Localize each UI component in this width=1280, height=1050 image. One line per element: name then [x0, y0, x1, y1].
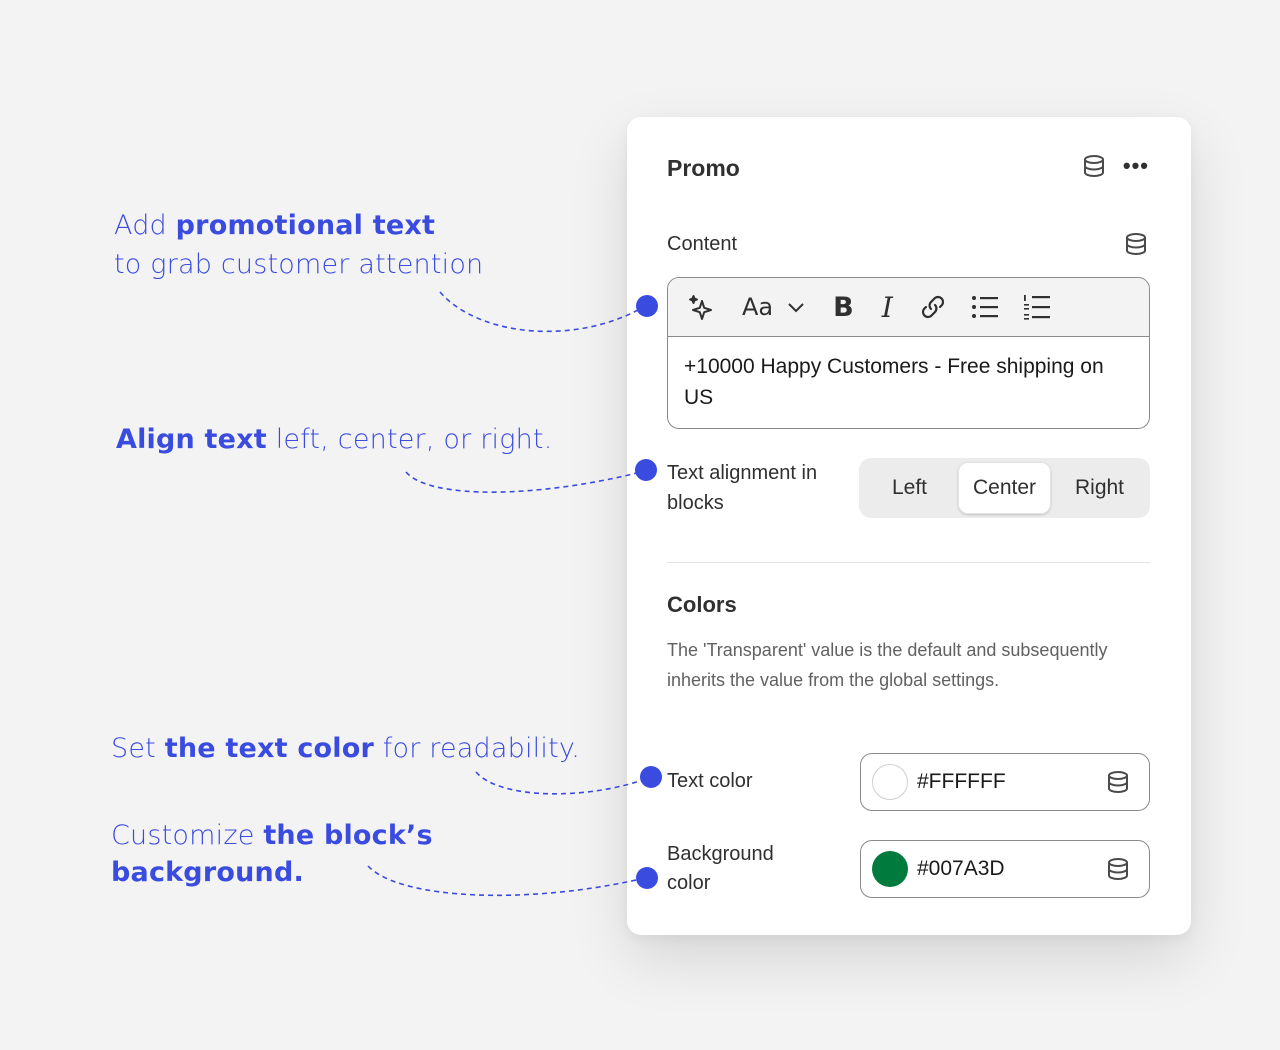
section-divider	[667, 562, 1150, 563]
callout-text: left, center, or right.	[266, 424, 553, 455]
rich-text-editor: Aa B I +10000 Happy Customers - Free shi…	[667, 277, 1150, 429]
text-alignment-label: Text alignment in blocks	[667, 462, 818, 514]
connector-line	[405, 470, 646, 493]
background-color-label: Background color	[667, 843, 774, 894]
callout-promotional-text: Add promotional text to grab customer at…	[114, 206, 483, 284]
chevron-down-icon[interactable]	[787, 287, 805, 327]
callout-emphasis: the block’s	[263, 820, 433, 851]
text-color-value[interactable]: #FFFFFF	[917, 770, 1105, 794]
background-color-field[interactable]: #007A3D	[860, 840, 1150, 898]
callout-emphasis: promotional text	[175, 210, 436, 241]
promo-text-input[interactable]: +10000 Happy Customers - Free shipping o…	[668, 337, 1149, 427]
link-icon[interactable]	[919, 287, 947, 327]
database-icon[interactable]	[1105, 769, 1131, 795]
database-icon[interactable]	[1081, 153, 1107, 179]
callout-emphasis: the text color	[164, 733, 374, 764]
callout-text: for readability.	[374, 733, 580, 764]
promo-settings-panel: Promo ••• Content Aa B I +10000 Happy Cu…	[627, 117, 1191, 935]
italic-button[interactable]: I	[882, 287, 893, 327]
content-label: Content	[667, 233, 738, 255]
connector-line	[475, 771, 649, 795]
callout-text: Set	[111, 733, 165, 764]
font-style-button[interactable]: Aa	[742, 287, 773, 327]
database-icon[interactable]	[1105, 856, 1131, 882]
callout-emphasis: background.	[111, 857, 304, 888]
callout-text: Add	[114, 210, 176, 241]
background-color-value[interactable]: #007A3D	[917, 857, 1105, 881]
numbered-list-icon[interactable]	[1023, 287, 1051, 327]
text-color-swatch[interactable]	[872, 764, 908, 800]
background-color-swatch[interactable]	[872, 851, 908, 887]
more-horizontal-icon[interactable]: •••	[1123, 153, 1149, 179]
panel-title: Promo	[667, 155, 740, 181]
callout-text: Customize	[111, 820, 264, 851]
callout-text-color: Set the text color for readability.	[111, 729, 580, 768]
editor-toolbar: Aa B I	[668, 278, 1149, 337]
text-color-field[interactable]: #FFFFFF	[860, 753, 1150, 811]
callout-text: to grab customer attention	[114, 249, 484, 280]
align-right-option[interactable]: Right	[1053, 462, 1146, 514]
panel-header-actions: •••	[1081, 153, 1149, 179]
connector-line	[439, 291, 646, 333]
colors-section-title: Colors	[667, 592, 737, 617]
callout-background: Customize the block’s background.	[111, 817, 433, 891]
callout-emphasis: Align text	[116, 424, 267, 455]
text-color-label: Text color	[667, 770, 753, 792]
align-center-option[interactable]: Center	[958, 462, 1051, 514]
database-icon[interactable]	[1123, 231, 1149, 257]
callout-align-text: Align text left, center, or right.	[116, 420, 553, 459]
colors-description: The 'Transparent' value is the default a…	[667, 640, 1108, 690]
sparkle-icon[interactable]	[686, 287, 716, 327]
bold-button[interactable]: B	[833, 287, 854, 327]
align-left-option[interactable]: Left	[863, 462, 956, 514]
text-alignment-segmented-control: Left Center Right	[859, 458, 1150, 518]
bullet-list-icon[interactable]	[971, 287, 999, 327]
